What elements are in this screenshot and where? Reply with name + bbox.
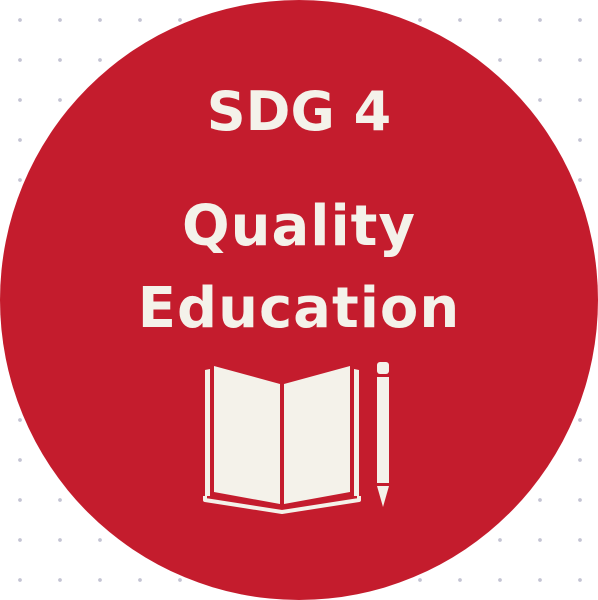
goal-code: SDG 4 — [206, 80, 392, 143]
open-book-icon — [203, 366, 361, 514]
goal-title-line-2: Education — [137, 276, 461, 341]
pencil-icon — [377, 362, 389, 507]
goal-title-line-1: Quality — [182, 194, 416, 259]
education-icon-group — [203, 362, 389, 514]
sdg-badge-circle: SDG 4 Quality Education — [0, 0, 598, 600]
